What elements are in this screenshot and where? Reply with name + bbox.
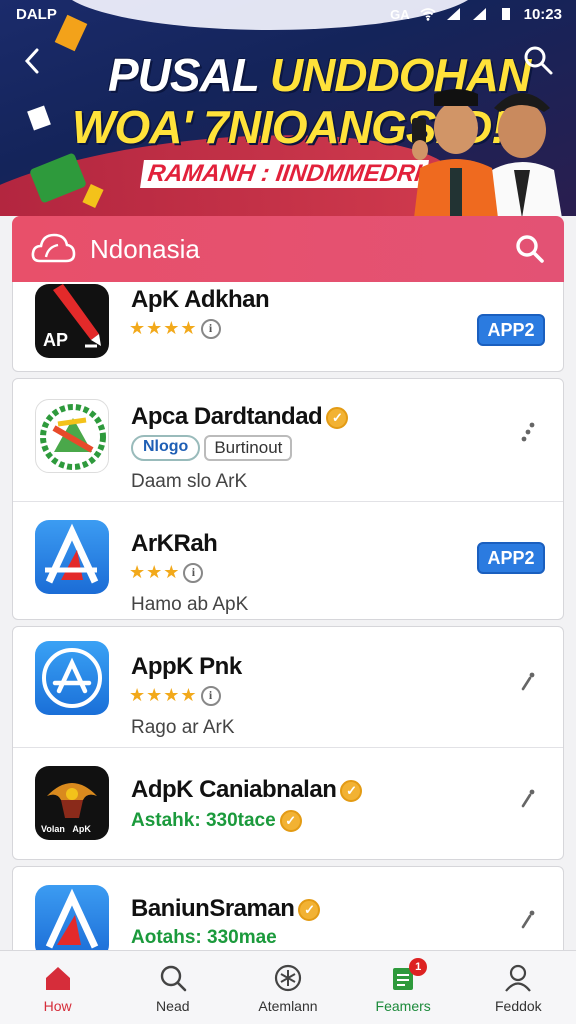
star-icon: ★ (180, 318, 197, 338)
app-subtitle: Hamo ab ApK (131, 594, 249, 615)
info-icon: i (183, 562, 204, 583)
signal-icon (446, 8, 460, 20)
status-icons-label: GA (390, 6, 410, 22)
banner-subheadline: RAMANH : IINDMMEDRI (140, 160, 430, 188)
search-bar[interactable]: Ndonasia (12, 216, 564, 282)
app-title: BaniunSraman ✓ (131, 895, 321, 923)
search-icon[interactable] (522, 44, 554, 76)
app-icon-letters: Volan ApK (41, 824, 91, 834)
signal2-icon (472, 8, 486, 20)
tag-chip[interactable]: Burtinout (204, 435, 293, 461)
verified-badge-icon: ✓ (298, 898, 321, 921)
star-rating: ★ ★ ★ ★ i (129, 685, 221, 706)
app-icon: Volan ApK (35, 766, 109, 840)
app-icon (35, 885, 109, 959)
nav-home[interactable]: Ноw (8, 962, 108, 1014)
wifi-icon (420, 8, 436, 21)
app-subtitle: Aotahs: 330mae (131, 927, 277, 948)
notification-badge: 1 (409, 957, 428, 976)
star-icon: ★ (129, 318, 146, 338)
app-subtitle: Daam slo ArK (131, 471, 248, 492)
app-icon: AP (35, 284, 109, 358)
app-title: AdpK Caniabnalan ✓ (131, 776, 363, 804)
app-action-button[interactable]: APP2 (477, 314, 545, 346)
app-icon-letters: AP (43, 330, 69, 350)
app-card: Apca Dardtandad ✓ Nlogo Burtinout Daam sl… (12, 378, 564, 620)
star-rating: ★ ★ ★ ★ i (129, 318, 221, 339)
tag-chip[interactable]: Nlogo (131, 435, 201, 461)
app-subtitle: Rago ar ArK (131, 717, 235, 738)
more-options-icon[interactable] (517, 421, 539, 443)
nav-label: Ноw (43, 997, 72, 1014)
star-icon: ★ (163, 685, 180, 705)
more-options-icon[interactable] (517, 788, 539, 810)
app-card: AP ApK Adkhan ★ ★ ★ ★ i APP2 (12, 282, 564, 372)
star-icon: ★ (129, 685, 146, 705)
star-icon: ★ (146, 685, 163, 705)
app-icon (35, 520, 109, 594)
cloud-logo-icon (31, 233, 76, 263)
verified-badge-icon: ✓ (326, 406, 349, 429)
app-title: AppK Pnk (131, 653, 242, 680)
nav-label: Feddok (494, 997, 542, 1014)
carrier-label: DALP (16, 5, 57, 23)
app-icon (35, 399, 109, 473)
search-icon (160, 965, 187, 991)
app-list-item[interactable]: Apca Dardtandad ✓ Nlogo Burtinout Daam sl… (13, 379, 563, 501)
status-bar: DALP GA 10:23 (0, 0, 576, 28)
star-icon: ★ (146, 318, 163, 338)
star-icon: ★ (129, 562, 146, 582)
tag-row: Nlogo Burtinout (131, 435, 293, 461)
nav-label: Nead (156, 997, 190, 1014)
app-title: ApK Adkhan (131, 286, 270, 313)
verified-badge-icon: ✓ (340, 779, 363, 802)
verified-badge-icon: ✓ (279, 810, 302, 832)
clock: 10:23 (523, 5, 562, 23)
home-icon (45, 966, 70, 990)
promo-people-image (412, 89, 562, 216)
more-options-icon[interactable] (517, 671, 539, 693)
app-list-item[interactable]: AppK Pnk ★ ★ ★ ★ i Rago ar ArK (13, 627, 563, 747)
star-icon: ★ (180, 685, 197, 705)
search-icon[interactable] (514, 233, 546, 265)
app-title: ArKRah (131, 530, 218, 557)
star-icon: ★ (163, 562, 180, 582)
star-icon: ★ (163, 318, 180, 338)
search-input[interactable]: Ndonasia (90, 234, 514, 265)
star-rating: ★ ★ ★ i (129, 562, 204, 583)
promo-banner[interactable]: PUSAL UNDDOHAN WOA' 7NIOANGSI D! RAMANH … (0, 0, 576, 216)
nav-label: Feamers (375, 997, 431, 1014)
back-arrow-icon[interactable] (18, 46, 48, 76)
app-list-item[interactable]: Volan ApK AdpK Caniabnalan ✓ Astahk: 330t… (13, 747, 563, 859)
confetti-decoration (27, 105, 51, 131)
nav-apps[interactable]: Atemlann (238, 962, 338, 1014)
nav-updates[interactable]: 1 Feamers (353, 957, 453, 1014)
app-action-button[interactable]: APP2 (477, 542, 545, 574)
app-list-item[interactable]: AP ApK Adkhan ★ ★ ★ ★ i APP2 (13, 282, 563, 371)
more-options-icon[interactable] (517, 909, 539, 931)
star-icon: ★ (146, 562, 163, 582)
nav-profile[interactable]: Feddok (468, 962, 568, 1014)
info-icon: i (200, 318, 221, 339)
app-list-item[interactable]: ArKRah ★ ★ ★ i Hamo ab ApK APP2 (13, 501, 563, 619)
info-icon: i (200, 685, 221, 706)
bottom-navigation: Ноw Nead Atemlann 1 Feamers Feddok (0, 950, 576, 1024)
battery-icon (501, 8, 510, 20)
nav-search[interactable]: Nead (123, 962, 223, 1014)
nav-label: Atemlann (258, 997, 318, 1014)
apps-icon (274, 964, 302, 991)
app-icon (35, 641, 109, 715)
app-subtitle: Astahk: 330tace ✓ (131, 810, 302, 832)
user-icon (505, 964, 532, 992)
app-card: AppK Pnk ★ ★ ★ ★ i Rago ar ArK Volan ApK Ad… (12, 626, 564, 860)
app-title: Apca Dardtandad ✓ (131, 403, 349, 431)
